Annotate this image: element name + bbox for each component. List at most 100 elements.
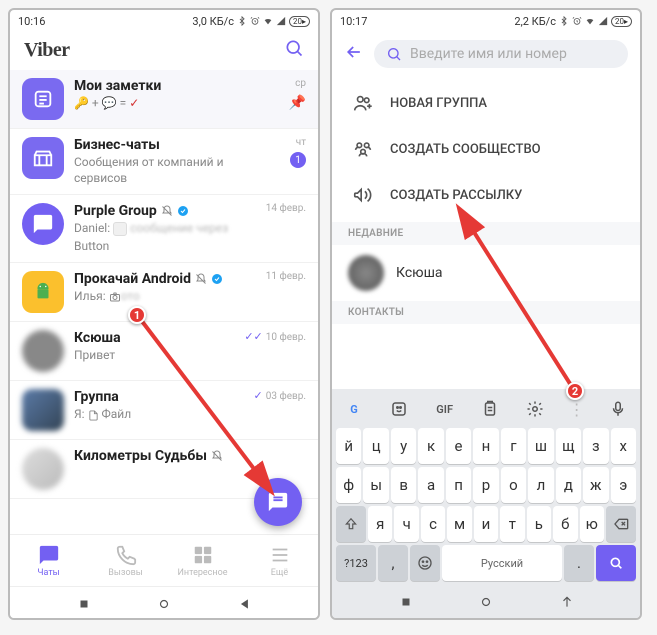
mute-icon (211, 450, 223, 462)
key-emoji[interactable] (410, 545, 440, 581)
chat-sub: Я: Файл (74, 407, 244, 423)
key-с[interactable]: с (421, 506, 445, 542)
key-г[interactable]: г (501, 428, 526, 464)
sys-home[interactable] (157, 596, 171, 610)
key-б[interactable]: б (553, 506, 577, 542)
keyboard-toolbar: G GIF ⋮ (336, 393, 636, 425)
nav-label: Ещё (271, 568, 288, 578)
signal-icon (276, 16, 286, 26)
chat-name: Мои заметки (74, 78, 248, 94)
option-new-group[interactable]: НОВАЯ ГРУППА (332, 80, 640, 126)
back-button[interactable] (344, 42, 364, 66)
key-щ[interactable]: щ (556, 428, 581, 464)
chat-row-group[interactable]: Группа Я: Файл ✓03 февр. (10, 381, 318, 440)
key-comma[interactable]: , (378, 545, 408, 581)
search-field[interactable]: Введите имя или номер (374, 40, 628, 68)
broadcast-icon (352, 184, 374, 206)
key-з[interactable]: з (583, 428, 608, 464)
key-ь[interactable]: ь (527, 506, 551, 542)
annotation-marker-2: 2 (566, 382, 584, 400)
sys-back[interactable] (560, 594, 574, 613)
key-numbers[interactable]: ?123 (336, 545, 376, 581)
chat-row-notes[interactable]: Мои заметки 🔑 + 💬 = ✓ ср 📌 (10, 70, 318, 129)
key-п[interactable]: п (446, 467, 471, 503)
alarm-icon (250, 16, 260, 26)
avatar (22, 78, 64, 120)
key-р[interactable]: р (473, 467, 498, 503)
key-period[interactable]: . (564, 545, 594, 581)
key-э[interactable]: э (611, 467, 636, 503)
key-л[interactable]: л (528, 467, 553, 503)
key-ц[interactable]: ц (363, 428, 388, 464)
kb-google-icon[interactable]: G (342, 397, 366, 421)
contact-row-recent[interactable]: Ксюша (332, 245, 640, 301)
key-е[interactable]: е (446, 428, 471, 464)
kb-clipboard-icon[interactable] (478, 397, 502, 421)
nav-explore[interactable]: Интересное (164, 535, 241, 586)
key-в[interactable]: в (391, 467, 416, 503)
kb-settings-icon[interactable] (523, 397, 547, 421)
sys-back[interactable] (238, 596, 252, 610)
search-header: Введите имя или номер (332, 32, 640, 76)
key-я[interactable]: я (368, 506, 392, 542)
key-ю[interactable]: ю (580, 506, 604, 542)
chat-sub: Илья: ото (74, 289, 248, 305)
avatar (22, 137, 64, 179)
app-header: Viber (10, 32, 318, 70)
annotation-marker-1: 1 (128, 306, 146, 324)
nav-chats[interactable]: Чаты (10, 535, 87, 586)
chat-row-android[interactable]: Прокачай Android Илья: ото 11 февр. (10, 263, 318, 322)
kb-gif-button[interactable]: GIF (433, 397, 457, 421)
sys-recent[interactable] (77, 596, 91, 610)
kb-mic-icon[interactable] (606, 397, 630, 421)
key-н[interactable]: н (473, 428, 498, 464)
key-т[interactable]: т (500, 506, 524, 542)
option-new-broadcast[interactable]: СОЗДАТЬ РАССЫЛКУ (332, 172, 640, 218)
kb-sticker-icon[interactable] (387, 397, 411, 421)
camera-icon (109, 291, 121, 303)
key-к[interactable]: к (418, 428, 443, 464)
key-ж[interactable]: ж (583, 467, 608, 503)
chat-meta: ✓✓10 февр. (244, 330, 306, 343)
chat-row-business[interactable]: Бизнес-чаты Сообщения от компаний и серв… (10, 129, 318, 195)
chat-meta: ср 📌 (258, 78, 306, 111)
chat-name: Прокачай Android (74, 271, 248, 287)
battery-icon: 20▸ (611, 16, 632, 27)
option-new-community[interactable]: СОЗДАТЬ СООБЩЕСТВО (332, 126, 640, 172)
nav-more[interactable]: Ещё (241, 535, 318, 586)
key-search[interactable] (596, 545, 636, 581)
key-у[interactable]: у (391, 428, 416, 464)
key-и[interactable]: и (474, 506, 498, 542)
key-ш[interactable]: ш (528, 428, 553, 464)
key-х[interactable]: х (611, 428, 636, 464)
key-ф[interactable]: ф (336, 467, 361, 503)
key-м[interactable]: м (447, 506, 471, 542)
avatar (22, 271, 64, 313)
key-ы[interactable]: ы (363, 467, 388, 503)
compose-fab[interactable] (254, 478, 302, 526)
chat-meta: чт 1 (258, 137, 306, 168)
avatar (22, 330, 64, 372)
key-о[interactable]: о (501, 467, 526, 503)
chat-sub: Daniel: сообщение через (74, 221, 248, 237)
chat-row-ksyusha[interactable]: Ксюша Привет ✓✓10 февр. (10, 322, 318, 381)
file-icon (88, 410, 99, 421)
key-й[interactable]: й (336, 428, 361, 464)
sys-recent[interactable] (399, 594, 413, 613)
chat-list[interactable]: Мои заметки 🔑 + 💬 = ✓ ср 📌 Бизнес-чаты С… (10, 70, 318, 534)
chat-row-purple[interactable]: Purple Group Daniel: сообщение через But… (10, 195, 318, 263)
wifi-icon (263, 16, 273, 26)
key-shift[interactable] (336, 506, 366, 542)
sys-home[interactable] (479, 594, 493, 613)
group-icon (352, 92, 374, 114)
search-button[interactable] (284, 38, 304, 62)
chat-meta: 11 февр. (258, 271, 306, 282)
nav-calls[interactable]: Вызовы (87, 535, 164, 586)
key-space[interactable]: Русский (442, 545, 562, 581)
key-а[interactable]: а (418, 467, 443, 503)
mute-icon (161, 205, 173, 217)
key-д[interactable]: д (556, 467, 581, 503)
key-ч[interactable]: ч (394, 506, 418, 542)
key-backspace[interactable] (606, 506, 636, 542)
avatar (22, 389, 64, 431)
